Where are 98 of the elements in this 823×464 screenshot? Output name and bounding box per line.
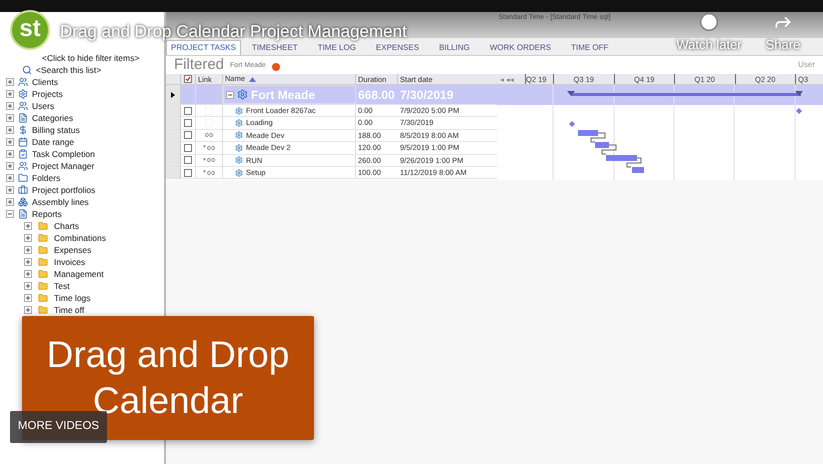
tree-item[interactable]: Folders	[32, 172, 60, 184]
select-all-checkbox[interactable]	[184, 75, 192, 83]
category-icon	[18, 197, 28, 207]
search-icon	[22, 65, 32, 75]
folder-icon	[38, 245, 48, 255]
row-checkbox[interactable]	[184, 156, 192, 164]
expand-toggle[interactable]	[6, 198, 14, 206]
more-videos-button[interactable]: MORE VIDEOS	[10, 411, 107, 443]
expand-toggle[interactable]	[24, 234, 32, 242]
category-icon	[18, 137, 28, 147]
task-gear-icon	[235, 168, 243, 177]
tree-item[interactable]: Assembly lines	[32, 196, 89, 208]
task-gear-icon	[235, 106, 243, 115]
category-icon	[18, 173, 28, 183]
clock-icon	[699, 12, 719, 32]
category-icon	[18, 185, 28, 195]
tree-item[interactable]: Management	[54, 268, 104, 280]
category-icon	[18, 101, 28, 111]
tree-item[interactable]: Reports	[32, 208, 62, 220]
category-icon	[18, 113, 28, 123]
dependency-connector	[602, 144, 616, 154]
tab[interactable]: WORK ORDERS	[480, 40, 560, 55]
user-label: User	[798, 59, 815, 71]
row-checkbox[interactable]	[184, 119, 192, 128]
tree-item[interactable]: Test	[54, 280, 70, 292]
folder-icon	[38, 305, 48, 315]
tab[interactable]: BILLING	[430, 40, 479, 55]
category-icon	[18, 125, 28, 135]
tree-item[interactable]: Invoices	[54, 256, 86, 268]
row-pointer-icon	[171, 92, 175, 98]
search-field[interactable]: <Search this list>	[36, 64, 102, 76]
expand-toggle[interactable]	[24, 258, 32, 266]
tree-item[interactable]: Billing status	[32, 124, 80, 136]
summary-bar[interactable]	[567, 91, 803, 96]
collapse-toggle[interactable]	[6, 210, 14, 218]
row-checkbox[interactable]	[184, 131, 192, 140]
folder-icon	[38, 233, 48, 243]
expand-toggle[interactable]	[24, 222, 32, 230]
folder-icon	[38, 293, 48, 303]
tab[interactable]: TIME OFF	[562, 40, 618, 55]
card-title-line: Drag and Drop	[46, 333, 290, 377]
expand-toggle[interactable]	[6, 162, 14, 170]
folder-icon	[38, 281, 48, 291]
task-gear-icon	[235, 156, 243, 164]
expand-toggle[interactable]	[6, 174, 14, 182]
tree-item[interactable]: Projects	[32, 88, 63, 100]
expand-toggle[interactable]	[24, 282, 32, 290]
row-checkbox[interactable]	[184, 168, 192, 177]
clear-filter-icon[interactable]	[272, 62, 280, 70]
expand-toggle[interactable]	[6, 150, 14, 158]
expand-toggle[interactable]	[24, 246, 32, 254]
share-button[interactable]: Share	[760, 12, 806, 54]
watch-later-button[interactable]: Watch later	[668, 12, 750, 54]
task-gear-icon	[235, 119, 243, 128]
filter-toggle-link[interactable]: <Click to hide filter items>	[42, 52, 140, 64]
tree-item[interactable]: Time off	[54, 304, 84, 316]
sort-up-icon	[249, 76, 256, 82]
expand-toggle[interactable]	[24, 294, 32, 302]
dependency-connector	[590, 132, 606, 142]
expand-toggle[interactable]	[6, 126, 14, 134]
tree-item[interactable]: Time logs	[54, 292, 91, 304]
category-icon	[18, 89, 28, 99]
milestone-diamond[interactable]	[796, 108, 802, 114]
category-icon	[18, 209, 28, 219]
task-gear-icon	[237, 89, 248, 100]
task-gear-icon	[235, 144, 243, 152]
filtered-heading: Filtered	[174, 54, 224, 75]
folder-icon	[38, 221, 48, 231]
expand-toggle[interactable]	[6, 90, 14, 98]
tree-item[interactable]: Charts	[54, 220, 80, 232]
tab[interactable]: PROJECT TASKS	[166, 40, 241, 55]
task-gear-icon	[235, 131, 243, 140]
row-checkbox[interactable]	[184, 144, 192, 152]
expand-toggle[interactable]	[6, 102, 14, 110]
tree-item[interactable]: Categories	[32, 112, 74, 124]
expand-toggle[interactable]	[6, 78, 14, 86]
row-checkbox[interactable]	[184, 106, 192, 115]
folder-icon	[38, 257, 48, 267]
tree-item[interactable]: Clients	[32, 76, 58, 88]
category-icon	[18, 161, 28, 171]
expand-toggle[interactable]	[6, 186, 14, 194]
expand-toggle[interactable]	[24, 306, 32, 314]
category-icon	[18, 77, 28, 87]
expand-toggle[interactable]	[24, 270, 32, 278]
tree-item[interactable]: Task Completion	[32, 148, 95, 160]
tree-item[interactable]: Expenses	[54, 244, 92, 256]
expand-toggle[interactable]	[6, 114, 14, 122]
tree-item[interactable]: Project Manager	[32, 160, 94, 172]
tree-item[interactable]: Combinations	[54, 232, 106, 244]
dependency-connector	[626, 158, 642, 168]
milestone-diamond[interactable]	[569, 121, 575, 127]
category-icon	[18, 149, 28, 159]
folder-icon	[38, 269, 48, 279]
collapse-toggle[interactable]	[226, 90, 234, 98]
tree-item[interactable]: Project portfolios	[32, 184, 96, 196]
tree-item[interactable]: Date range	[32, 136, 74, 148]
tree-item[interactable]: Users	[32, 100, 54, 112]
expand-toggle[interactable]	[6, 138, 14, 146]
